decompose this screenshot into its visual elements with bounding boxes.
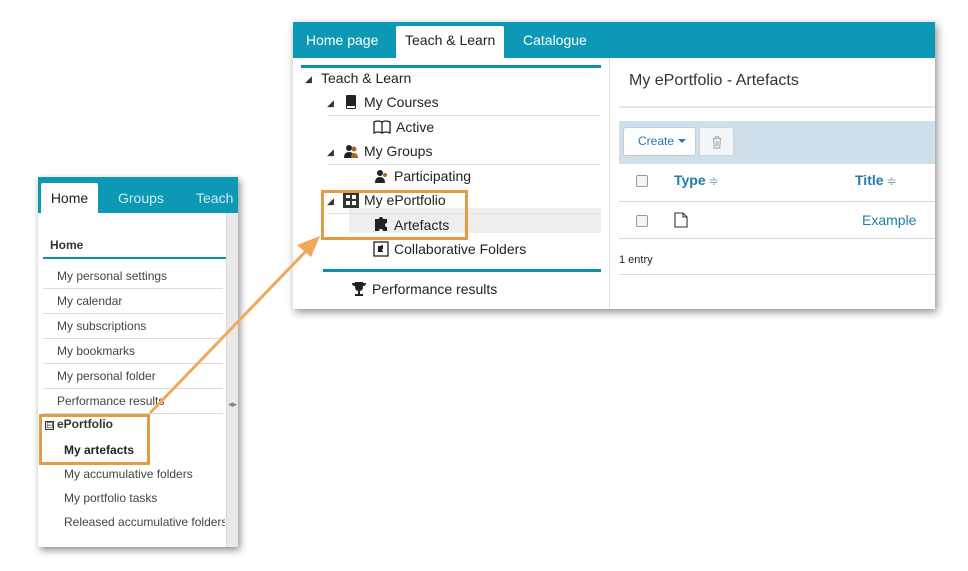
footer-rule [619,274,935,275]
create-dropdown-button[interactable]: Create [623,127,696,156]
sort-icon[interactable]: ≑ [887,174,897,188]
content-area: My ePortfolio - Artefacts Create Type ≑ T… [611,58,935,309]
column-header-title[interactable]: Title ≑ [855,172,897,188]
old-tab-home[interactable]: Home [41,183,98,213]
caret-down-icon [678,139,687,143]
tree-item-collaborative-folders[interactable]: Collaborative Folders [373,238,526,263]
tree-label: Teach & Learn [321,70,412,86]
old-tab-groups[interactable]: Groups [118,183,164,213]
column-header-type[interactable]: Type ≑ [674,172,719,188]
table-header-rule [619,201,935,202]
row-checkbox[interactable] [636,215,648,227]
delete-button[interactable] [699,127,734,156]
tree-item-teach-learn[interactable]: ◢ Teach & Learn [305,67,411,92]
tree-label: Active [396,119,435,135]
tree-item-my-groups[interactable]: ◢ My Groups [327,140,601,165]
page-title: My ePortfolio - Artefacts [629,72,799,89]
highlight-new-eportfolio [321,190,468,240]
open-book-icon [373,120,391,135]
old-item-subscriptions[interactable]: My subscriptions [43,314,223,339]
old-item-portfolio-tasks[interactable]: My portfolio tasks [43,486,223,511]
tree-item-active[interactable]: Active [373,116,434,141]
old-navigation-panel: Home Groups Teach ◂▸ Home My personal se… [38,177,238,547]
highlight-old-eportfolio [39,414,150,465]
navigation-tree: ◢ Teach & Learn ◢ My Courses Active ◢ My Gr… [293,58,610,309]
old-scrollbar[interactable] [226,213,238,547]
book-icon [346,95,356,109]
new-tab-teach-learn[interactable]: Teach & Learn [396,26,505,58]
new-tab-bar: Home page Teach & Learn Catalogue [293,22,935,58]
column-label: Type [674,172,706,188]
old-item-performance-results[interactable]: Performance results [43,389,223,414]
title-divider [619,106,935,108]
resize-grip-icon[interactable]: ◂▸ [228,399,237,410]
old-item-released-folders[interactable]: Released accumulative folders [43,510,225,535]
tree-bottom-rule [323,269,601,272]
tree-label: Performance results [372,281,498,297]
tree-label: My Groups [364,143,433,159]
expand-triangle-icon[interactable]: ◢ [327,141,343,163]
row-title-link[interactable]: Example [862,212,916,228]
tree-item-performance-results[interactable]: Performance results [351,278,497,303]
entry-count: 1 entry [619,254,653,266]
sort-icon[interactable]: ≑ [709,174,719,188]
collaborative-folder-icon [373,241,389,257]
file-icon [674,212,688,228]
participant-icon [375,170,387,183]
old-item-bookmarks[interactable]: My bookmarks [43,339,223,364]
table-row-rule [619,238,935,239]
column-label: Title [855,172,884,188]
select-all-checkbox[interactable] [636,175,648,187]
tree-item-my-courses[interactable]: ◢ My Courses [327,91,601,116]
trophy-icon [352,282,366,296]
create-label: Create [638,134,675,148]
old-item-calendar[interactable]: My calendar [43,289,223,314]
tree-label: Collaborative Folders [394,241,527,257]
old-item-personal-settings[interactable]: My personal settings [43,264,223,289]
expand-triangle-icon[interactable]: ◢ [305,68,321,90]
expand-triangle-icon[interactable]: ◢ [327,92,343,114]
old-section-title: Home [43,238,226,259]
tree-label: My Courses [364,94,439,110]
tree-label: Participating [394,168,472,184]
tree-item-participating[interactable]: Participating [373,165,471,190]
group-icon [344,145,358,158]
new-tab-home-page[interactable]: Home page [306,22,378,58]
new-navigation-panel: Home page Teach & Learn Catalogue ◢ Teach… [293,22,935,309]
old-tab-bar: Home Groups Teach [38,177,238,213]
old-item-accumulative-folders[interactable]: My accumulative folders [43,462,223,487]
old-tab-teach[interactable]: Teach [196,183,233,213]
new-tab-catalogue[interactable]: Catalogue [523,22,587,58]
old-item-personal-folder[interactable]: My personal folder [43,364,223,389]
trash-icon [712,136,722,149]
